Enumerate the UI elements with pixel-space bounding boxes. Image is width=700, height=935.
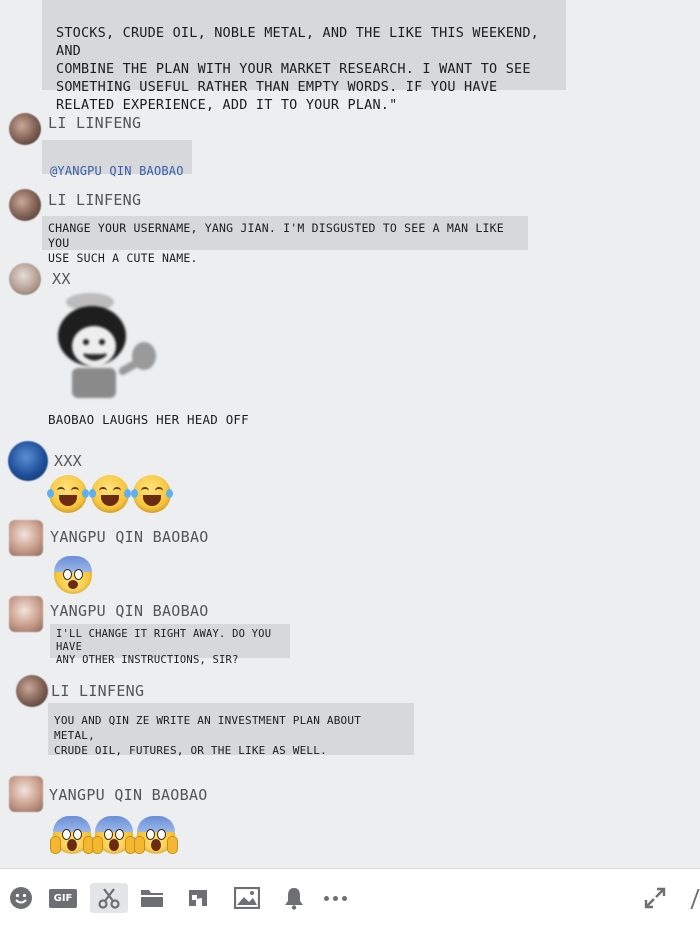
emoji-row bbox=[47, 475, 173, 513]
file-button[interactable] bbox=[138, 883, 166, 913]
toolbar-edge-divider bbox=[690, 889, 700, 909]
scissors-icon bbox=[98, 888, 120, 909]
remind-button[interactable] bbox=[280, 883, 308, 913]
expand-button[interactable] bbox=[640, 883, 670, 913]
laughing-emoji-icon bbox=[131, 475, 173, 513]
bell-icon bbox=[285, 888, 303, 910]
folder-icon bbox=[141, 890, 163, 907]
avatar[interactable] bbox=[9, 113, 41, 145]
input-toolbar: GIF bbox=[0, 868, 700, 935]
more-icon bbox=[323, 895, 347, 901]
sender-name: XX bbox=[52, 270, 71, 288]
avatar[interactable] bbox=[9, 776, 43, 812]
sender-name: LI LINFENG bbox=[48, 114, 142, 132]
anxious-sweat-emoji-icon bbox=[54, 556, 92, 594]
laughing-emoji-icon bbox=[89, 475, 131, 513]
gif-icon: GIF bbox=[48, 888, 78, 908]
expand-icon bbox=[644, 887, 666, 909]
quoted-message-text: STOCKS, CRUDE OIL, NOBLE METAL, AND THE … bbox=[56, 25, 540, 113]
sender-name: XXX bbox=[54, 452, 82, 470]
chat-history: STOCKS, CRUDE OIL, NOBLE METAL, AND THE … bbox=[0, 0, 700, 868]
screaming-emoji-icon bbox=[92, 816, 136, 854]
emoji-row bbox=[50, 816, 178, 854]
music-button[interactable] bbox=[184, 883, 212, 913]
sender-name: LI LINFENG bbox=[51, 682, 145, 700]
sticker-caption: BAOBAO LAUGHS HER HEAD OFF bbox=[48, 412, 249, 427]
quoted-message-bubble: STOCKS, CRUDE OIL, NOBLE METAL, AND THE … bbox=[42, 0, 566, 113]
more-button[interactable] bbox=[318, 883, 352, 913]
laughing-emoji-icon bbox=[47, 475, 89, 513]
image-button[interactable] bbox=[232, 883, 262, 913]
image-icon bbox=[234, 887, 260, 909]
message-bubble: I'LL CHANGE IT RIGHT AWAY. DO YOU HAVE A… bbox=[50, 624, 290, 666]
gif-button[interactable]: GIF bbox=[48, 883, 78, 913]
emoji-row bbox=[54, 556, 92, 594]
sender-name: YANGPU QIN BAOBAO bbox=[50, 528, 209, 546]
avatar[interactable] bbox=[16, 675, 48, 707]
message-bubble: CHANGE YOUR USERNAME, YANG JIAN. I'M DIS… bbox=[42, 216, 528, 265]
message-bubble: @YANGPU QIN BAOBAO bbox=[42, 140, 192, 178]
music-icon bbox=[189, 890, 207, 906]
mention-link[interactable]: @YANGPU QIN BAOBAO bbox=[50, 164, 184, 178]
screenshot-button[interactable] bbox=[90, 883, 128, 913]
sender-name: LI LINFENG bbox=[48, 191, 142, 209]
message-bubble: YOU AND QIN ZE WRITE AN INVESTMENT PLAN … bbox=[48, 703, 414, 757]
avatar[interactable] bbox=[9, 263, 41, 295]
avatar[interactable] bbox=[9, 520, 43, 556]
sender-name: YANGPU QIN BAOBAO bbox=[49, 786, 208, 804]
avatar[interactable] bbox=[8, 441, 48, 481]
smiley-icon bbox=[10, 887, 32, 909]
sticker-image[interactable] bbox=[48, 290, 160, 402]
gif-label: GIF bbox=[53, 892, 73, 904]
emoji-button[interactable] bbox=[6, 883, 36, 913]
screaming-emoji-icon bbox=[50, 816, 94, 854]
avatar[interactable] bbox=[9, 189, 41, 221]
sender-name: YANGPU QIN BAOBAO bbox=[50, 602, 209, 620]
screaming-emoji-icon bbox=[134, 816, 178, 854]
avatar[interactable] bbox=[9, 596, 43, 632]
